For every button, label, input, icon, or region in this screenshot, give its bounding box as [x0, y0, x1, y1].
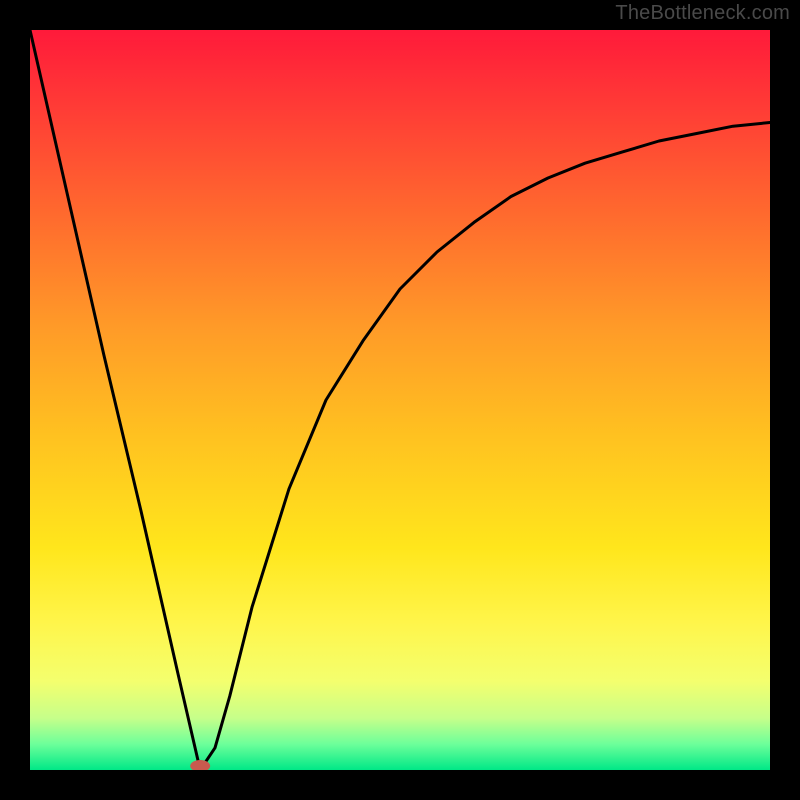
watermark-label: TheBottleneck.com — [615, 2, 790, 25]
chart-svg — [30, 30, 770, 770]
chart-frame: TheBottleneck.com — [0, 0, 800, 800]
plot-area — [30, 30, 770, 770]
